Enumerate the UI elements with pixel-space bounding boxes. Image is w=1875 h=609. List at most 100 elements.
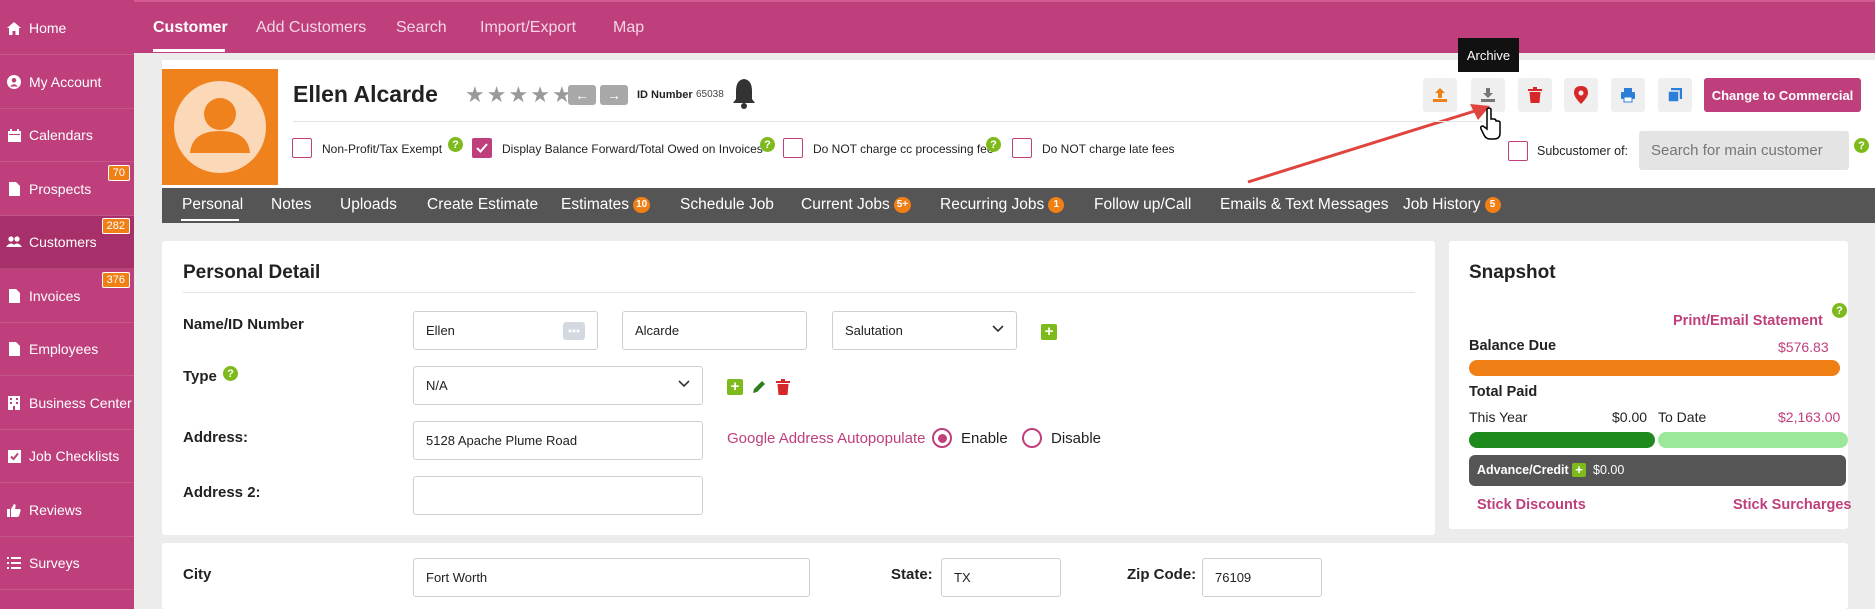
- advance-credit-bar: Advance/Credit + $0.00: [1469, 455, 1846, 486]
- sidebar-item-invoices[interactable]: Invoices 376: [0, 270, 134, 323]
- no-cc-fee-checkbox[interactable]: [783, 138, 803, 158]
- tab-schedule-job[interactable]: Schedule Job: [680, 196, 774, 214]
- add-credit-button[interactable]: +: [1572, 462, 1586, 477]
- enable-radio[interactable]: [932, 428, 952, 448]
- rating-stars[interactable]: ★ ★ ★ ★ ★: [465, 84, 572, 106]
- tab-search[interactable]: Search: [396, 19, 447, 37]
- type-label: Type: [183, 368, 217, 385]
- star-icon[interactable]: ★: [508, 84, 528, 106]
- tab-estimates[interactable]: Estimates 10: [561, 196, 651, 214]
- tab-label: Notes: [271, 196, 312, 213]
- zip-code-input[interactable]: 76109: [1202, 558, 1322, 597]
- tab-create-estimate[interactable]: Create Estimate: [427, 196, 538, 214]
- add-salutation-button[interactable]: +: [1041, 324, 1057, 340]
- add-type-button[interactable]: +: [727, 379, 743, 395]
- tab-label: Create Estimate: [427, 196, 539, 213]
- sidebar-item-business-center[interactable]: Business Center: [0, 377, 134, 430]
- city-input[interactable]: Fort Worth: [413, 558, 810, 597]
- display-balance-checkbox[interactable]: [472, 138, 492, 158]
- tab-uploads[interactable]: Uploads: [340, 196, 397, 214]
- type-select[interactable]: N/A: [413, 366, 703, 405]
- avatar[interactable]: [162, 69, 278, 185]
- sidebar-item-label: Prospects: [29, 181, 92, 197]
- map-location-button[interactable]: [1564, 78, 1598, 112]
- help-icon[interactable]: ?: [448, 137, 463, 152]
- tab-emails-text-messages[interactable]: Emails & Text Messages: [1220, 196, 1389, 214]
- tab-map[interactable]: Map: [613, 19, 644, 37]
- state-input[interactable]: TX: [941, 558, 1061, 597]
- help-icon[interactable]: ?: [1854, 138, 1869, 153]
- non-profit-checkbox[interactable]: [292, 138, 312, 158]
- city-label: City: [183, 566, 212, 583]
- subcustomer-checkbox[interactable]: [1508, 141, 1528, 161]
- annotation-arrow: [1247, 104, 1490, 184]
- last-name-value: Alcarde: [635, 323, 680, 338]
- personal-detail-title: Personal Detail: [183, 262, 321, 283]
- main-customer-search-input[interactable]: [1639, 131, 1849, 170]
- tab-label: Follow up/Call: [1094, 196, 1192, 213]
- to-date-bar: [1658, 432, 1848, 448]
- stick-surcharges-link[interactable]: Stick Surcharges: [1733, 497, 1851, 513]
- next-customer-button[interactable]: →: [600, 85, 628, 105]
- help-icon[interactable]: ?: [1832, 303, 1847, 318]
- tab-personal[interactable]: Personal: [182, 196, 243, 214]
- previous-customer-button[interactable]: ←: [568, 85, 596, 105]
- sidebar-item-calendars[interactable]: Calendars: [0, 109, 134, 162]
- disable-radio[interactable]: [1022, 428, 1042, 448]
- help-icon[interactable]: ?: [760, 137, 775, 152]
- id-number-value: 65038: [696, 89, 724, 100]
- id-number-label: ID Number: [637, 89, 693, 101]
- sidebar-item-prospects[interactable]: Prospects 70: [0, 163, 134, 216]
- star-icon[interactable]: ★: [530, 84, 550, 106]
- tab-follow-up-call[interactable]: Follow up/Call: [1094, 196, 1191, 214]
- sidebar-item-label: Customers: [29, 234, 97, 250]
- tab-customer[interactable]: Customer: [153, 19, 228, 37]
- active-tab-indicator: [181, 219, 239, 221]
- enable-label: Enable: [961, 430, 1008, 447]
- address-input[interactable]: 5128 Apache Plume Road: [413, 421, 703, 460]
- map-pin-icon: [1574, 86, 1588, 104]
- tab-current-jobs[interactable]: Current Jobs 5+: [801, 196, 912, 214]
- stick-discounts-link[interactable]: Stick Discounts: [1477, 497, 1586, 513]
- this-year-bar: [1469, 432, 1655, 448]
- tab-recurring-jobs[interactable]: Recurring Jobs 1: [940, 196, 1065, 214]
- delete-button[interactable]: [1518, 78, 1552, 112]
- print-button[interactable]: [1611, 78, 1645, 112]
- copy-button[interactable]: [1658, 78, 1692, 112]
- star-icon[interactable]: ★: [487, 84, 507, 106]
- tab-import-export[interactable]: Import/Export: [480, 19, 576, 37]
- help-icon[interactable]: ?: [986, 137, 1001, 152]
- salutation-select[interactable]: Salutation: [832, 311, 1017, 350]
- sidebar-item-my-account[interactable]: My Account: [0, 56, 134, 109]
- trash-icon[interactable]: [776, 379, 790, 395]
- help-icon[interactable]: ?: [223, 366, 238, 381]
- state-value: TX: [954, 570, 971, 585]
- sidebar-item-employees[interactable]: Employees: [0, 323, 134, 376]
- first-name-input[interactable]: Ellen: [413, 311, 598, 350]
- star-icon[interactable]: ★: [465, 84, 485, 106]
- tab-add-customers[interactable]: Add Customers: [256, 19, 366, 37]
- sidebar-item-job-checklists[interactable]: Job Checklists: [0, 430, 134, 483]
- edit-pencil-icon[interactable]: [751, 379, 767, 395]
- tab-notes[interactable]: Notes: [271, 196, 312, 214]
- customer-name: Ellen Alcarde: [293, 81, 438, 107]
- last-name-input[interactable]: Alcarde: [622, 311, 807, 350]
- print-email-statement-link[interactable]: Print/Email Statement: [1673, 313, 1823, 329]
- city-value: Fort Worth: [426, 570, 488, 585]
- no-cc-fee-label: Do NOT charge cc processing fee: [813, 142, 994, 156]
- tab-job-history[interactable]: Job History 5: [1403, 196, 1501, 214]
- sidebar-item-home[interactable]: Home: [0, 2, 134, 55]
- building-icon: [6, 395, 22, 411]
- no-late-fees-checkbox[interactable]: [1012, 138, 1032, 158]
- sidebar-item-customers[interactable]: Customers 282: [0, 216, 134, 269]
- non-profit-label: Non-Profit/Tax Exempt: [322, 142, 443, 156]
- sidebar-item-label: Job Checklists: [29, 448, 120, 464]
- more-options-icon[interactable]: [563, 322, 585, 340]
- address2-input[interactable]: [413, 476, 703, 515]
- trash-icon: [1528, 87, 1542, 103]
- change-to-commercial-button[interactable]: Change to Commercial: [1704, 78, 1861, 112]
- sidebar-item-surveys[interactable]: Surveys: [0, 537, 134, 590]
- bell-icon[interactable]: [732, 77, 756, 114]
- sidebar-item-reviews[interactable]: Reviews: [0, 484, 134, 537]
- archive-tooltip: Archive: [1458, 38, 1519, 72]
